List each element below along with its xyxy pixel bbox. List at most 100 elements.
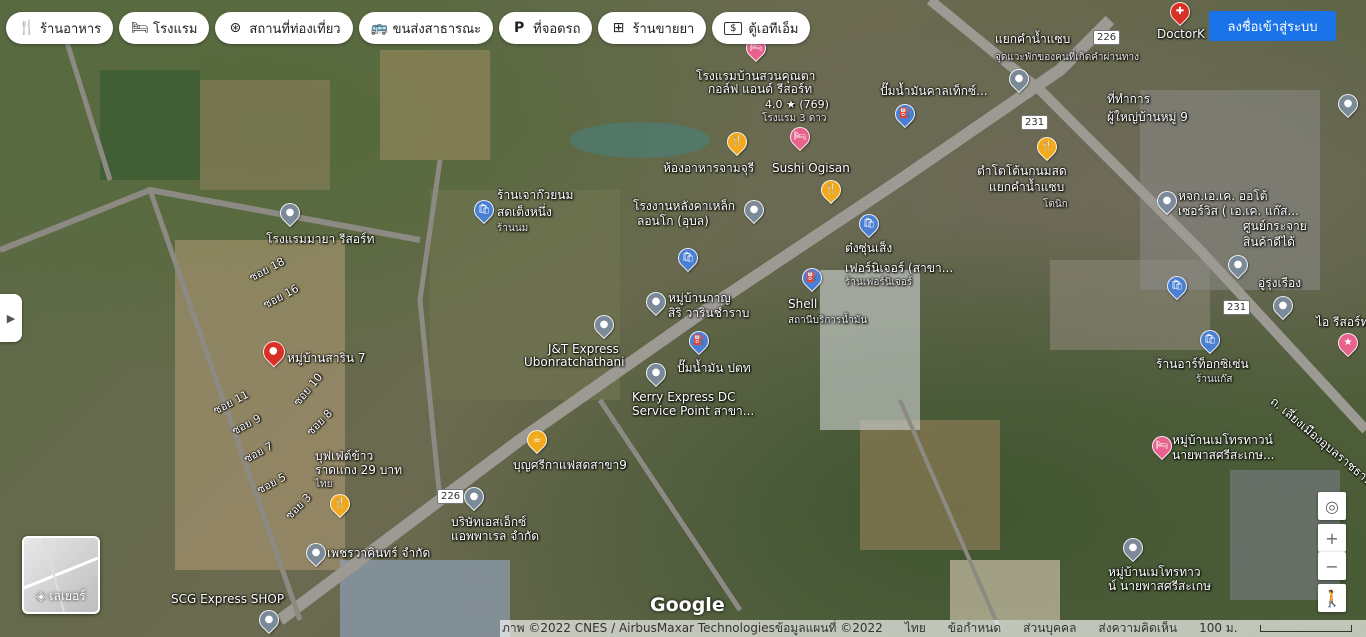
chip-label: สถานที่ท่องเที่ยว [249, 21, 341, 37]
place-label[interactable]: Service Point สาขา... [632, 405, 754, 418]
category-label: ร้านแก๊ส [1196, 374, 1233, 385]
chip-attractions[interactable]: ⊛ สถานที่ท่องเที่ยว [215, 12, 353, 44]
place-label[interactable]: DoctorK [1157, 28, 1205, 41]
layers-label: ◈ เลเยอร์ [24, 587, 98, 606]
chevron-right-icon: ▶ [6, 311, 16, 325]
place-label[interactable]: บริษัทเอสเอ็กซ์ [451, 516, 526, 529]
category-label: ร้านนม [497, 223, 529, 234]
scale-bar [1259, 625, 1352, 632]
place-label[interactable]: ลอนโก (อุบล) [637, 215, 709, 228]
language-link[interactable]: ไทย [905, 620, 926, 637]
place-label[interactable]: เพชรวาคินทร์ จำกัด [327, 547, 430, 560]
pharmacy-icon: ⊞ [612, 20, 625, 36]
google-logo: Google [650, 594, 725, 616]
satellite-map[interactable]: 226 231 231 226 🛏 🍴 🛏 🍴 🛍 ● ● 🛍 🛍 ⛽ ● ● … [0, 0, 1366, 637]
place-label[interactable]: SCG Express SHOP [171, 593, 284, 606]
feedback-link[interactable]: ส่งความคิดเห็น [1098, 620, 1177, 637]
highway-shield: 226 [437, 489, 465, 504]
place-label[interactable]: ศูนย์กระจาย [1243, 220, 1307, 233]
sign-in-button[interactable]: ลงชื่อเข้าสู่ระบบ [1209, 11, 1336, 41]
highway-shield: 226 [1093, 30, 1121, 45]
place-label[interactable]: บุฟเฟ่ต์ข้าว [315, 450, 373, 463]
place-label[interactable]: สิริ วารินชำราบ [668, 307, 749, 320]
chip-label: ร้านขายยา [632, 21, 695, 37]
chip-label: ที่จอดรถ [533, 21, 581, 37]
place-label[interactable]: หมู่บ้านเมโทรทาวน์ [1172, 434, 1273, 447]
imagery-credit: ภาพ ©2022 CNES / AirbusMaxar Technologie… [502, 621, 883, 635]
layers-text: เลเยอร์ [49, 589, 86, 603]
place-label[interactable]: Ubonratchathani [524, 356, 625, 369]
category-label: สถานีบริการน้ำมัน [788, 315, 868, 326]
place-label[interactable]: Kerry Express DC [632, 391, 736, 404]
place-label[interactable]: แยกคำน้ำแซบ [995, 33, 1070, 46]
chip-parking[interactable]: P ที่จอดรถ [499, 12, 593, 44]
place-label[interactable]: ตำโตโต้นกนมสด [977, 165, 1067, 178]
highway-shield: 231 [1021, 115, 1049, 130]
atm-icon: $ [724, 21, 743, 35]
place-sublabel: จุดแวะพักของคนที่เกิดคำผ่านทาง [995, 52, 1139, 63]
category-label: ไทย [315, 479, 333, 490]
place-label[interactable]: ต๋งซุ่นเส็ง [845, 242, 892, 255]
place-label[interactable]: แยกคำน้ำแซบ [989, 181, 1064, 194]
crosshair-icon: ◎ [1325, 496, 1339, 516]
chip-label: ตู้เอทีเอ็ม [748, 21, 799, 37]
place-label[interactable]: Sushi Ogisan [772, 162, 850, 175]
bed-icon: 🛏 [131, 20, 149, 36]
highway-shield: 231 [1223, 300, 1251, 315]
place-label[interactable]: เฟอร์นิเจอร์ (สาขา... [845, 262, 953, 275]
parking-icon: P [514, 20, 525, 36]
attribution-bar: ภาพ ©2022 CNES / AirbusMaxar Technologie… [500, 620, 1366, 637]
chip-transit[interactable]: 🚌 ขนส่งสาธารณะ [358, 12, 494, 44]
place-label[interactable]: โรงงานหลังคาเหล็ก [633, 200, 735, 213]
scale-label: 100 ม. [1199, 621, 1238, 635]
place-label[interactable]: ห้องอาหารจามจุรี [663, 162, 754, 175]
chip-pharmacy[interactable]: ⊞ ร้านขายยา [598, 12, 707, 44]
chip-restaurant[interactable]: 🍴 ร้านอาหาร [6, 12, 114, 44]
category-label: โรงแรม 3 ดาว [762, 113, 827, 124]
zoom-out-button[interactable]: − [1318, 552, 1346, 580]
plus-icon: + [1325, 528, 1339, 548]
place-label[interactable]: หมู่บ้านเมโทรทาว [1108, 566, 1201, 579]
category-label: ร้านเฟอร์นิเจอร์ [845, 277, 913, 288]
place-label[interactable]: โรงแรมมายา รีสอร์ท [266, 233, 374, 246]
chip-hotel[interactable]: 🛏 โรงแรม [119, 12, 210, 44]
place-label[interactable]: ราดแกง 29 บาท [315, 464, 402, 477]
place-label[interactable]: แอพพาเรล จำกัด [451, 530, 539, 543]
pegman-icon: 🚶 [1322, 588, 1342, 608]
camera-icon: ⊛ [229, 20, 242, 36]
chip-atm[interactable]: $ ตู้เอทีเอ็ม [712, 12, 811, 44]
place-label[interactable]: สดเต็งหนึ่ง [497, 206, 552, 219]
chip-label: โรงแรม [153, 21, 198, 37]
zoom-in-button[interactable]: + [1318, 524, 1346, 552]
place-label[interactable]: ร้านอาร์ท็อกซิเซ่น [1156, 358, 1249, 371]
place-label[interactable]: ร้านเจาก๊วยนม [497, 189, 573, 202]
chip-label: ร้านอาหาร [40, 21, 102, 37]
chip-label: ขนส่งสาธารณะ [392, 21, 482, 37]
place-label[interactable]: หจก.เอ.เค. ออโต้ [1178, 190, 1268, 203]
place-label[interactable]: ปั๊มน้ำมัน ปตท [677, 362, 751, 375]
place-label[interactable]: เซอร์วิส ( เอ.เค. แก๊ส... [1178, 205, 1299, 218]
privacy-link[interactable]: ส่วนบุคคล [1023, 620, 1076, 637]
expand-panel-button[interactable]: ▶ [0, 294, 22, 342]
place-label[interactable]: กอล์ฟ แอนด์ รีสอร์ท [708, 83, 812, 96]
place-label[interactable]: หมู่บ้านสาริน 7 [287, 352, 366, 365]
place-label[interactable]: นายพาสศรีสะเกษ... [1172, 449, 1275, 462]
place-label[interactable]: สินค้าดีได้ [1243, 236, 1295, 249]
place-label[interactable]: หมู่บ้านกาญ [668, 292, 731, 305]
my-location-button[interactable]: ◎ [1318, 492, 1346, 520]
category-label: โตนิก [1043, 199, 1068, 210]
terms-link[interactable]: ข้อกำหนด [948, 620, 1001, 637]
place-label[interactable]: ที่ทำการ [1107, 93, 1150, 106]
place-label[interactable]: ไอ รีสอร์ท [1316, 316, 1366, 329]
street-view-pegman[interactable]: 🚶 [1318, 584, 1346, 612]
layers-icon: ◈ [36, 589, 46, 603]
place-label[interactable]: อู่รุ่งเรือง [1258, 277, 1301, 290]
place-label[interactable]: บุญศรีกาแฟสดสาขา9 [513, 459, 627, 472]
place-label[interactable]: ผู้ใหญ่บ้านหมู่ 9 [1107, 111, 1188, 124]
place-label[interactable]: Shell [788, 298, 817, 311]
category-chip-row: 🍴 ร้านอาหาร 🛏 โรงแรม ⊛ สถานที่ท่องเที่ยว… [6, 12, 811, 44]
place-label[interactable]: น์ นายพาสศรีสะเกษ [1108, 580, 1211, 593]
layers-button[interactable]: ◈ เลเยอร์ [22, 536, 100, 614]
place-label[interactable]: ปั๊มน้ำมันคาลเท็กซ์... [880, 85, 988, 98]
bus-icon: 🚌 [370, 20, 389, 36]
